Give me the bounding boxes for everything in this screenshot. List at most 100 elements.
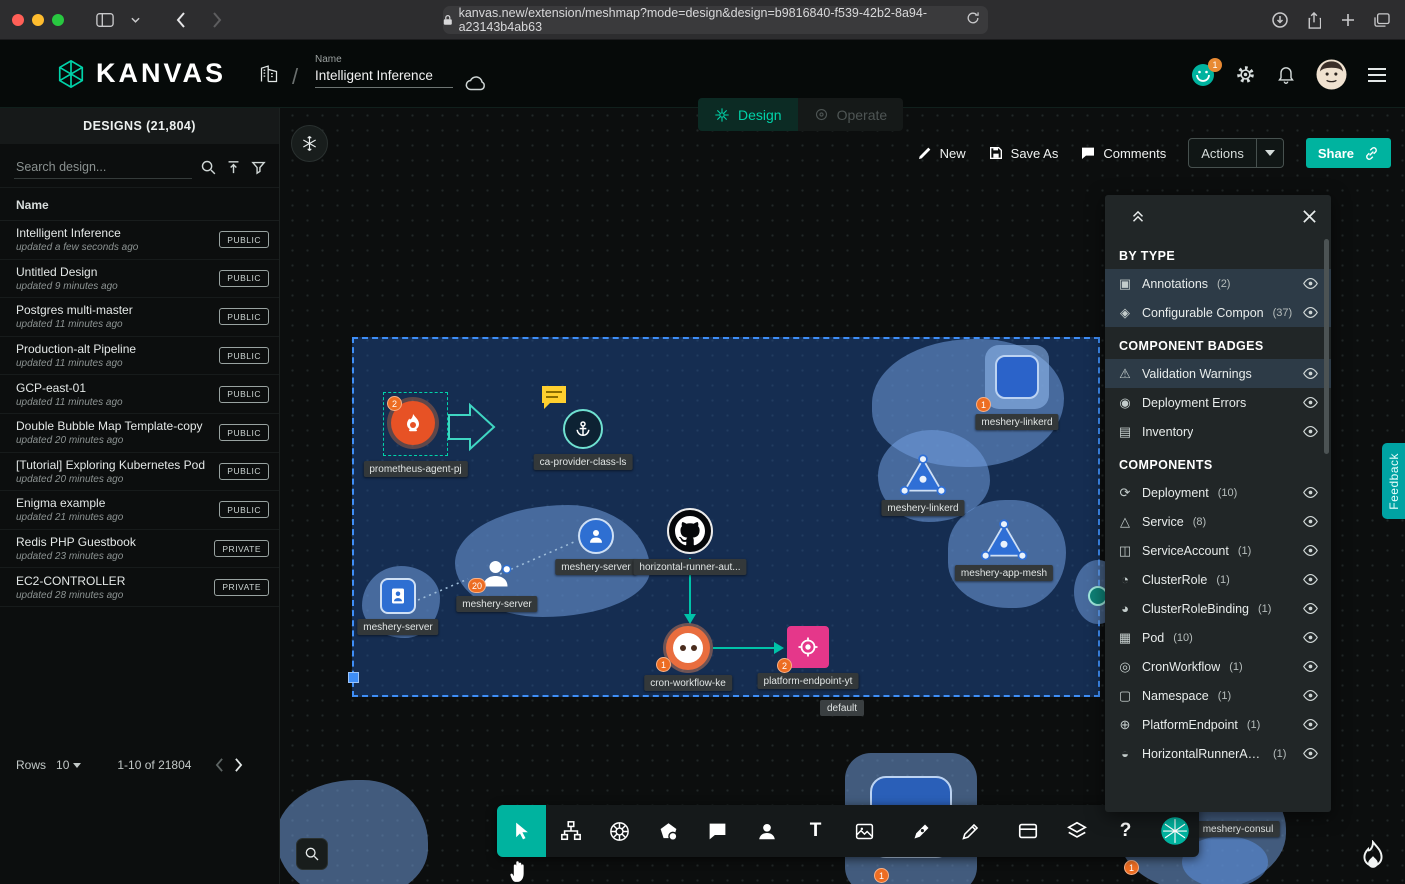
chevron-down-icon[interactable] <box>128 7 142 33</box>
visibility-eye-icon[interactable] <box>1302 658 1319 675</box>
design-list-item[interactable]: EC2-CONTROLLER updated 28 minutes ago PR… <box>0 568 279 607</box>
design-list-item[interactable]: Postgres multi-master updated 11 minutes… <box>0 298 279 337</box>
close-panel-icon[interactable] <box>1302 209 1317 224</box>
feedback-tab[interactable]: Feedback <box>1382 443 1405 519</box>
next-page-button[interactable] <box>234 758 243 772</box>
filter-icon[interactable] <box>250 159 267 176</box>
component-row[interactable]: ◫ ServiceAccount (1) <box>1105 536 1331 565</box>
node-meshery-server-2[interactable]: 20 meshery-server <box>479 555 515 591</box>
component-row[interactable]: ⟳ Deployment (10) <box>1105 478 1331 507</box>
visibility-eye-icon[interactable] <box>1302 484 1319 501</box>
component-row[interactable]: ▦ Pod (10) <box>1105 623 1331 652</box>
actions-dropdown-button[interactable]: Actions <box>1188 138 1284 168</box>
component-row[interactable]: ◔ ClusterRole (1) <box>1105 565 1331 594</box>
node-meshery-linkerd-service[interactable]: meshery-linkerd <box>899 453 947 495</box>
zoom-button[interactable] <box>296 838 328 870</box>
design-list-item[interactable]: GCP-east-01 updated 11 minutes ago PUBLI… <box>0 375 279 414</box>
layer-type-row[interactable]: ◈ Configurable Compon (37) <box>1105 298 1331 327</box>
node-meshery-app-mesh[interactable]: meshery-app-mesh <box>980 518 1028 560</box>
help-tool[interactable]: ? <box>1101 805 1150 857</box>
reload-icon[interactable] <box>966 11 980 25</box>
visibility-eye-icon[interactable] <box>1302 716 1319 733</box>
sidebar-toggle-icon[interactable] <box>92 7 118 33</box>
component-row[interactable]: △ Service (8) <box>1105 507 1331 536</box>
cloud-sync-icon[interactable] <box>464 70 490 96</box>
select-tool[interactable] <box>497 805 546 857</box>
visibility-eye-icon[interactable] <box>1302 304 1319 321</box>
kanvas-logo[interactable]: KANVAS <box>56 58 226 89</box>
visibility-eye-icon[interactable] <box>1302 687 1319 704</box>
visibility-eye-icon[interactable] <box>1302 542 1319 559</box>
design-list-item[interactable]: Enigma example updated 21 minutes ago PU… <box>0 491 279 530</box>
component-row[interactable]: ◒ HorizontalRunnerAutos (1) <box>1105 739 1331 768</box>
organization-icon[interactable] <box>256 61 282 87</box>
layer-type-row[interactable]: ▣ Annotations (2) <box>1105 269 1331 298</box>
node-meshery-server-1[interactable]: meshery-server <box>578 518 614 554</box>
panel-scrollbar[interactable] <box>1324 239 1329 454</box>
design-list-item[interactable]: Untitled Design updated 9 minutes ago PU… <box>0 260 279 299</box>
visibility-eye-icon[interactable] <box>1302 629 1319 646</box>
component-row[interactable]: ▢ Namespace (1) <box>1105 681 1331 710</box>
component-badge-row[interactable]: ▤ Inventory <box>1105 417 1331 446</box>
actions-caret-icon[interactable] <box>1257 150 1283 156</box>
hamburger-menu-icon[interactable] <box>1367 67 1387 83</box>
previous-page-button[interactable] <box>215 758 224 772</box>
new-tab-icon[interactable] <box>1335 7 1361 33</box>
node-cron-workflow[interactable]: 1 cron-workflow-ke <box>666 626 710 670</box>
tab-design[interactable]: Design <box>698 98 798 131</box>
node-ca-provider[interactable]: ca-provider-class-ls <box>563 409 603 449</box>
node-platform-endpoint[interactable]: 2 platform-endpoint-yt <box>787 626 829 668</box>
back-button[interactable] <box>168 7 194 33</box>
user-avatar[interactable] <box>1316 59 1347 90</box>
visibility-eye-icon[interactable] <box>1302 745 1319 762</box>
design-list-item[interactable]: Intelligent Inference updated a few seco… <box>0 221 279 260</box>
design-name-input[interactable] <box>315 65 453 88</box>
collapse-panel-icon[interactable] <box>1129 207 1147 225</box>
tab-overview-icon[interactable] <box>1369 7 1395 33</box>
design-list-item[interactable]: Redis PHP Guestbook updated 23 minutes a… <box>0 530 279 569</box>
maximize-window-button[interactable] <box>52 14 64 26</box>
node-prometheus-agent[interactable]: 2 prometheus-agent-pj <box>383 392 448 456</box>
design-list-item[interactable]: Production-alt Pipeline updated 11 minut… <box>0 337 279 376</box>
share-icon[interactable] <box>1301 7 1327 33</box>
visibility-eye-icon[interactable] <box>1302 423 1319 440</box>
component-row[interactable]: ⊕ PlatformEndpoint (1) <box>1105 710 1331 739</box>
settings-gear-icon[interactable] <box>1235 64 1256 85</box>
rows-per-page-select[interactable]: 10 <box>56 758 81 772</box>
visibility-eye-icon[interactable] <box>1302 365 1319 382</box>
component-row[interactable]: ◕ ClusterRoleBinding (1) <box>1105 594 1331 623</box>
component-badge-row[interactable]: ⚠ Validation Warnings <box>1105 359 1331 388</box>
comment-annotation-icon[interactable] <box>540 384 568 410</box>
component-row[interactable]: ◎ CronWorkflow (1) <box>1105 652 1331 681</box>
layers-tool[interactable] <box>1052 805 1101 857</box>
notes-tool[interactable] <box>1003 805 1052 857</box>
validate-flame-button[interactable] <box>1354 836 1392 874</box>
close-window-button[interactable] <box>12 14 24 26</box>
comments-button[interactable]: Comments <box>1080 145 1166 161</box>
node-horizontal-runner[interactable]: horizontal-runner-aut... <box>667 508 713 554</box>
new-design-button[interactable]: New <box>917 145 966 161</box>
text-tool[interactable]: T <box>791 805 840 857</box>
avatar-tool[interactable] <box>742 805 791 857</box>
downloads-icon[interactable] <box>1267 7 1293 33</box>
forward-button[interactable] <box>204 7 230 33</box>
kubernetes-tool[interactable] <box>595 805 644 857</box>
flowchart-tool[interactable] <box>546 805 595 857</box>
tab-operate[interactable]: Operate <box>798 98 904 131</box>
comment-tool[interactable] <box>693 805 742 857</box>
search-input[interactable] <box>14 156 192 179</box>
design-list-item[interactable]: [Tutorial] Exploring Kubernetes Pod upda… <box>0 453 279 492</box>
component-badge-row[interactable]: ◉ Deployment Errors <box>1105 388 1331 417</box>
import-design-icon[interactable] <box>225 159 242 176</box>
pen-tool[interactable] <box>897 805 946 857</box>
search-icon[interactable] <box>200 159 217 176</box>
address-bar[interactable]: kanvas.new/extension/meshmap?mode=design… <box>443 6 988 34</box>
notifications-bell-icon[interactable] <box>1276 64 1296 85</box>
media-tool[interactable] <box>840 805 889 857</box>
visibility-eye-icon[interactable] <box>1302 275 1319 292</box>
selection-handle[interactable] <box>348 672 359 683</box>
save-as-button[interactable]: Save As <box>988 145 1059 161</box>
meshery-tool[interactable] <box>1150 805 1199 857</box>
pencil-tool[interactable] <box>946 805 995 857</box>
node-meshery-server-3[interactable]: meshery-server <box>380 578 416 614</box>
